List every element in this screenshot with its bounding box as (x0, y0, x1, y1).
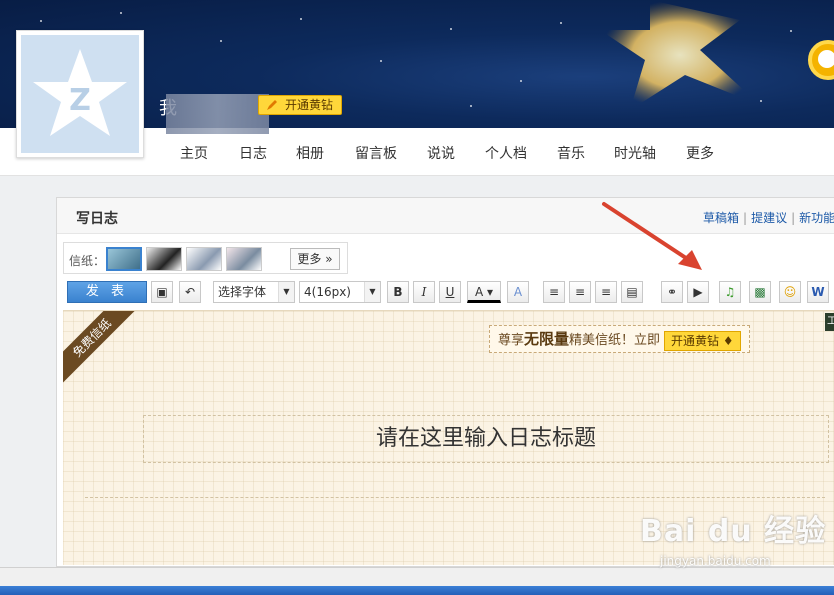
font-size-select[interactable]: 4(16px) ▼ (299, 281, 381, 303)
os-taskbar (0, 586, 834, 595)
stationery-label: 信纸： (69, 254, 106, 268)
word-import-icon[interactable]: W (807, 281, 829, 303)
undo-icon[interactable]: ↶ (179, 281, 201, 303)
emoji-icon[interactable]: ☺ (779, 281, 801, 303)
svg-text:Z: Z (69, 83, 91, 118)
font-color-button[interactable]: A ▾ (467, 281, 501, 303)
annotation-arrow-icon (602, 202, 702, 270)
page-title: 写日志 (76, 211, 118, 227)
align-center-icon[interactable]: ≡ (569, 281, 591, 303)
stationery-thumb-2[interactable] (146, 247, 182, 271)
nav-shuoshuo[interactable]: 说说 (427, 143, 455, 163)
font-family-select[interactable]: 选择字体 ▼ (213, 281, 295, 303)
new-features-link[interactable]: 新功能 (799, 211, 834, 225)
font-color-label: A (474, 285, 484, 299)
editor-toolbar: 发 表 ▣ ↶ 选择字体 ▼ 4(16px) ▼ B I U A ▾ A ≡ ≡ ≡… (63, 278, 834, 306)
baidu-jingyan-watermark: Bai du 经验 jingyan.baidu.com (640, 506, 827, 568)
free-stationery-ribbon: 免费信纸 (63, 311, 139, 385)
stationery-promo: 尊享无限量精美信纸！立即 开通黄钻 ♦ (489, 325, 750, 353)
italic-button[interactable]: I (413, 281, 435, 303)
content-divider (85, 497, 825, 498)
diamond-icon: ♦ (722, 333, 734, 348)
more-stationery-label: 更多 (297, 252, 322, 266)
align-right-icon[interactable]: ≡ (595, 281, 617, 303)
watermark-url: jingyan.baidu.com (660, 554, 771, 568)
panel-header: 写日志 草稿箱 | 提建议 | 新功能 (57, 198, 834, 234)
open-vip-label: 开通黄钻 (285, 98, 334, 112)
chevron-down-icon: ▼ (364, 282, 380, 302)
nav-music[interactable]: 音乐 (557, 143, 585, 163)
video-icon[interactable]: ▶ (687, 281, 709, 303)
font-family-value: 选择字体 (218, 285, 267, 299)
more-stationery-button[interactable]: 更多 » (290, 248, 340, 270)
publish-button[interactable]: 发 表 (67, 281, 147, 303)
promo-open-vip-button[interactable]: 开通黄钻 ♦ (664, 330, 741, 351)
avatar[interactable]: Z (16, 30, 144, 158)
promo-suffix: 精美信纸！立即 (569, 333, 661, 348)
blurred-user-name (166, 94, 269, 134)
nav-timeline[interactable]: 时光轴 (614, 143, 656, 163)
stationery-thumb-4[interactable] (226, 247, 262, 271)
bold-button[interactable]: B (387, 281, 409, 303)
image-icon[interactable]: ▩ (749, 281, 771, 303)
stationery-thumb-1[interactable] (106, 247, 142, 271)
nav-guestbook[interactable]: 留言板 (355, 143, 397, 163)
promo-button-label: 开通黄钻 (671, 333, 720, 348)
default-avatar-star-icon: Z (21, 35, 139, 153)
nav-blog[interactable]: 日志 (239, 143, 267, 163)
stationery-thumb-3[interactable] (186, 247, 222, 271)
align-left-icon[interactable]: ≡ (543, 281, 565, 303)
font-size-value: 4(16px) (304, 285, 351, 299)
stationery-picker: 信纸： 更多 » (63, 242, 348, 274)
qzone-logo-icon (808, 40, 834, 80)
blog-title-input[interactable]: 请在这里输入日志标题 (143, 415, 829, 463)
align-justify-icon[interactable]: ▤ (621, 281, 643, 303)
save-icon[interactable]: ▣ (151, 281, 173, 303)
pen-icon (267, 100, 277, 110)
underline-button[interactable]: U (439, 281, 461, 303)
nav-profile[interactable]: 个人档 (485, 143, 527, 163)
browser-status-bar (0, 567, 834, 586)
open-vip-button[interactable]: 开通黄钻 (258, 95, 343, 115)
promo-bold: 无限量 (524, 330, 570, 348)
music-icon[interactable]: ♫ (719, 281, 741, 303)
promo-prefix: 尊享 (498, 333, 525, 348)
panel-links: 草稿箱 | 提建议 | 新功能 (703, 211, 834, 225)
chevron-down-icon: » (325, 252, 333, 266)
side-tag[interactable]: 工 (825, 313, 834, 331)
suggest-link[interactable]: 提建议 (751, 211, 787, 225)
link-icon[interactable]: ⚭ (661, 281, 683, 303)
sparkle-star-icon (600, 0, 760, 110)
chevron-down-icon: ▼ (278, 282, 294, 302)
nav-album[interactable]: 相册 (296, 143, 324, 163)
nav-home[interactable]: 主页 (180, 143, 208, 163)
nav-more[interactable]: 更多 (686, 143, 714, 163)
text-effect-icon[interactable]: A (507, 281, 529, 303)
watermark-brand: Bai du 经验 (640, 514, 827, 549)
